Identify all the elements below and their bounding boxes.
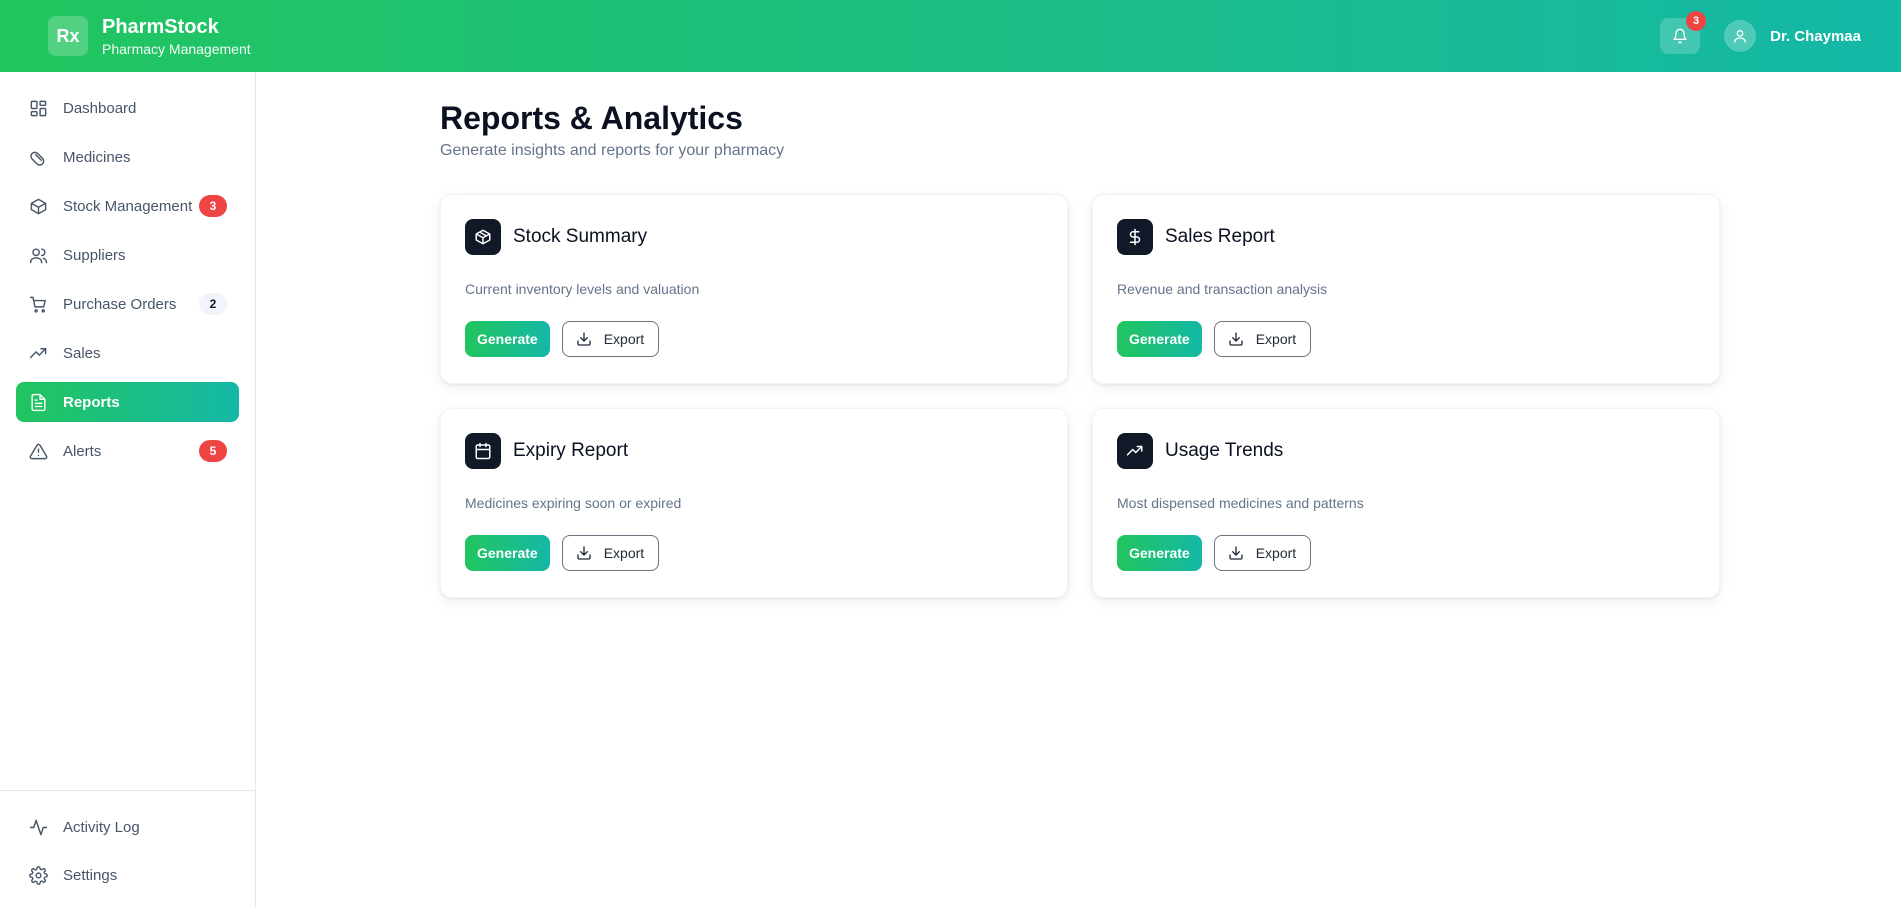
shopping-cart-icon bbox=[28, 294, 48, 314]
alert-triangle-icon bbox=[28, 441, 48, 461]
sidebar-item-label: Purchase Orders bbox=[63, 295, 177, 313]
notifications-button[interactable]: 3 bbox=[1660, 11, 1707, 54]
user-name: Dr. Chaymaa bbox=[1770, 27, 1861, 45]
app-name: PharmStock bbox=[102, 15, 219, 38]
generate-button[interactable]: Generate bbox=[1117, 321, 1202, 357]
card-title: Expiry Report bbox=[513, 440, 629, 461]
download-icon bbox=[1229, 546, 1243, 560]
sidebar-item-purchase-orders[interactable]: Purchase Orders 2 bbox=[16, 284, 239, 324]
calendar-icon bbox=[465, 433, 501, 469]
brand[interactable]: Rx PharmStock Pharmacy Management bbox=[48, 15, 251, 58]
generate-button[interactable]: Generate bbox=[465, 535, 550, 571]
page-title: Reports & Analytics bbox=[440, 100, 743, 136]
file-text-icon bbox=[28, 392, 48, 412]
reports-grid: Stock Summary Current inventory levels a… bbox=[440, 194, 1720, 598]
export-button[interactable]: Export bbox=[561, 535, 660, 571]
sidebar-item-label: Settings bbox=[63, 866, 118, 884]
card-description: Most dispensed medicines and patterns bbox=[1117, 495, 1364, 511]
download-icon bbox=[1229, 332, 1243, 346]
sidebar: Dashboard Medicines Stock Management 3 S… bbox=[0, 72, 256, 907]
card-description: Current inventory levels and valuation bbox=[465, 281, 700, 297]
sidebar-item-settings[interactable]: Settings bbox=[16, 855, 239, 895]
user-menu[interactable]: Dr. Chaymaa bbox=[1724, 20, 1861, 52]
card-description: Medicines expiring soon or expired bbox=[465, 495, 682, 511]
sidebar-item-stock-management[interactable]: Stock Management 3 bbox=[16, 186, 239, 226]
report-card-expiry-report: Expiry Report Medicines expiring soon or… bbox=[440, 408, 1068, 598]
notifications-badge: 3 bbox=[1686, 11, 1707, 31]
sidebar-item-label: Alerts bbox=[63, 442, 102, 460]
sidebar-item-label: Medicines bbox=[63, 148, 131, 166]
generate-button[interactable]: Generate bbox=[465, 321, 550, 357]
sidebar-item-label: Reports bbox=[63, 393, 120, 411]
card-title: Usage Trends bbox=[1165, 440, 1284, 461]
sidebar-item-alerts[interactable]: Alerts 5 bbox=[16, 431, 239, 471]
users-icon bbox=[28, 245, 48, 265]
dollar-sign-icon bbox=[1117, 219, 1153, 255]
sidebar-item-reports[interactable]: Reports bbox=[16, 382, 239, 422]
report-card-sales-report: Sales Report Revenue and transaction ana… bbox=[1092, 194, 1720, 384]
sidebar-item-label: Sales bbox=[63, 344, 101, 362]
export-button[interactable]: Export bbox=[1213, 535, 1312, 571]
user-icon bbox=[1734, 30, 1747, 43]
gear-icon bbox=[28, 865, 48, 885]
report-card-usage-trends: Usage Trends Most dispensed medicines an… bbox=[1092, 408, 1720, 598]
main-content: Reports & Analytics Generate insights an… bbox=[440, 72, 1720, 598]
sidebar-item-label: Activity Log bbox=[63, 818, 140, 836]
alerts-badge: 5 bbox=[199, 440, 227, 462]
sidebar-item-label: Suppliers bbox=[63, 246, 126, 264]
sidebar-item-dashboard[interactable]: Dashboard bbox=[16, 88, 239, 128]
export-button[interactable]: Export bbox=[561, 321, 660, 357]
export-button[interactable]: Export bbox=[1213, 321, 1312, 357]
trending-up-icon bbox=[28, 343, 48, 363]
sidebar-item-activity-log[interactable]: Activity Log bbox=[16, 807, 239, 847]
export-label: Export bbox=[1255, 545, 1297, 561]
card-title: Sales Report bbox=[1165, 226, 1275, 247]
package-icon bbox=[28, 196, 48, 216]
sidebar-item-label: Dashboard bbox=[63, 99, 137, 117]
export-label: Export bbox=[603, 331, 645, 347]
pill-icon bbox=[28, 147, 48, 167]
sidebar-item-suppliers[interactable]: Suppliers bbox=[16, 235, 239, 275]
sidebar-nav: Dashboard Medicines Stock Management 3 S… bbox=[0, 72, 255, 471]
purchase-orders-badge: 2 bbox=[199, 293, 227, 315]
avatar bbox=[1724, 20, 1757, 52]
sidebar-item-label: Stock Management bbox=[63, 197, 193, 215]
export-label: Export bbox=[603, 545, 645, 561]
report-card-stock-summary: Stock Summary Current inventory levels a… bbox=[440, 194, 1068, 384]
download-icon bbox=[577, 332, 591, 346]
sidebar-item-sales[interactable]: Sales bbox=[16, 333, 239, 373]
page-subtitle: Generate insights and reports for your p… bbox=[440, 142, 785, 159]
top-header: Rx PharmStock Pharmacy Management 3 Dr. … bbox=[0, 0, 1901, 72]
app-subtitle: Pharmacy Management bbox=[102, 40, 251, 57]
trending-up-icon bbox=[1117, 433, 1153, 469]
logo: Rx bbox=[48, 16, 88, 56]
stock-badge: 3 bbox=[199, 195, 227, 217]
activity-icon bbox=[28, 817, 48, 837]
generate-button[interactable]: Generate bbox=[1117, 535, 1202, 571]
download-icon bbox=[577, 546, 591, 560]
card-title: Stock Summary bbox=[513, 226, 648, 247]
card-description: Revenue and transaction analysis bbox=[1117, 281, 1328, 297]
bell-icon bbox=[1673, 28, 1687, 44]
export-label: Export bbox=[1255, 331, 1297, 347]
sidebar-item-medicines[interactable]: Medicines bbox=[16, 137, 239, 177]
layout-grid-icon bbox=[28, 98, 48, 118]
package-icon bbox=[465, 219, 501, 255]
sidebar-bottom: Activity Log Settings bbox=[0, 790, 255, 907]
